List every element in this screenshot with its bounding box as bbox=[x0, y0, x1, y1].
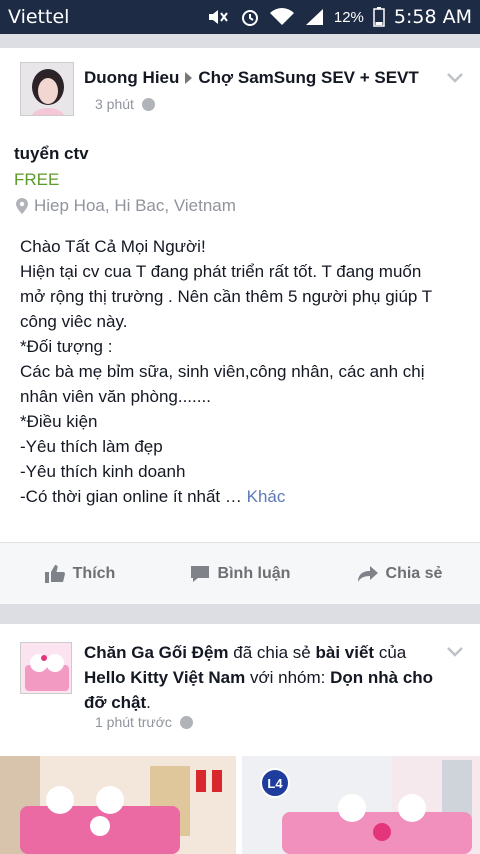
share-arrow-icon bbox=[357, 565, 378, 582]
body-line-last: -Có thời gian online ít nhất … Khác bbox=[20, 484, 468, 509]
sale-title: tuyển ctv bbox=[14, 144, 89, 163]
action-bar: Thích Bình luận Chia sẻ bbox=[0, 542, 480, 604]
body-line: -Yêu thích làm đẹp bbox=[20, 437, 163, 456]
carrier-name: Viettel bbox=[8, 6, 70, 28]
body-line: -Có thời gian online ít nhất … bbox=[20, 487, 242, 506]
battery-icon bbox=[372, 7, 386, 27]
with-group-text: với nhóm: bbox=[249, 668, 326, 687]
post-word-link[interactable]: bài viết bbox=[316, 643, 375, 662]
body-line: công viêc này. bbox=[20, 312, 128, 331]
comment-icon bbox=[190, 565, 209, 582]
signal-icon bbox=[302, 7, 326, 27]
author-avatar[interactable] bbox=[20, 62, 74, 116]
sale-location: Hiep Hoa, Hi Bac, Vietnam bbox=[16, 196, 236, 216]
body-line: mở rộng thị trường . Nên cần thêm 5 ngườ… bbox=[20, 287, 433, 306]
globe-icon bbox=[141, 97, 155, 111]
mute-icon bbox=[206, 7, 230, 27]
body-line: nhân viên văn phòng....... bbox=[20, 387, 211, 406]
thumbs-up-icon bbox=[44, 564, 65, 583]
post-time[interactable]: 3 phút bbox=[95, 96, 134, 112]
level-badge: L4 bbox=[260, 768, 290, 798]
body-line: *Điều kiện bbox=[20, 412, 98, 431]
post-card-sale: Duong Hieu Chợ SamSung SEV + SEVT 3 phút… bbox=[0, 48, 480, 604]
body-line: Các bà mẹ bỉm sữa, sinh viên,công nhân, … bbox=[20, 362, 425, 381]
chevron-down-icon[interactable] bbox=[446, 72, 464, 84]
like-label: Thích bbox=[72, 564, 116, 582]
author-name[interactable]: Duong Hieu bbox=[84, 68, 179, 88]
bedding-photo-2[interactable]: L4 bbox=[242, 756, 480, 854]
comment-label: Bình luận bbox=[217, 564, 291, 582]
post-body: Chào Tất Cả Mọi Người! Hiện tại cv cua T… bbox=[20, 234, 468, 509]
body-line: Chào Tất Cả Mọi Người! bbox=[20, 237, 206, 256]
comment-button[interactable]: Bình luận bbox=[160, 565, 320, 583]
chevron-down-icon[interactable] bbox=[446, 646, 464, 658]
bedding-photo-1[interactable] bbox=[0, 756, 236, 854]
source-page-name[interactable]: Hello Kitty Việt Nam bbox=[84, 668, 245, 687]
body-line: *Đối tượng : bbox=[20, 337, 113, 356]
of-text: của bbox=[378, 643, 407, 662]
like-button[interactable]: Thích bbox=[0, 564, 160, 583]
share-button[interactable]: Chia sẻ bbox=[320, 565, 480, 583]
globe-icon bbox=[179, 715, 193, 729]
body-line: Hiện tại cv cua T đang phát triển rất tố… bbox=[20, 262, 422, 281]
share-label: Chia sẻ bbox=[385, 564, 443, 582]
see-more-link[interactable]: Khác bbox=[247, 487, 286, 506]
sale-price: FREE bbox=[14, 170, 60, 189]
location-text: Hiep Hoa, Hi Bac, Vietnam bbox=[34, 196, 236, 215]
location-pin-icon bbox=[16, 198, 28, 214]
status-icons: 12% 5:58 AM bbox=[206, 6, 472, 28]
share-headline: Chăn Ga Gối Đệm đã chia sẻ bài viết của … bbox=[84, 643, 434, 712]
post-header: Duong Hieu Chợ SamSung SEV + SEVT bbox=[84, 68, 419, 88]
page-avatar[interactable] bbox=[20, 642, 72, 694]
alarm-icon bbox=[238, 7, 262, 27]
wifi-icon bbox=[269, 7, 294, 27]
battery-percent: 12% bbox=[333, 8, 364, 26]
group-name[interactable]: Chợ SamSung SEV + SEVT bbox=[198, 68, 418, 88]
post-meta: 3 phút bbox=[95, 96, 155, 112]
share-meta: 1 phút trước bbox=[95, 714, 193, 730]
share-time[interactable]: 1 phút trước bbox=[95, 714, 172, 730]
arrow-right-icon bbox=[185, 72, 193, 84]
body-line: -Yêu thích kinh doanh bbox=[20, 462, 186, 481]
page-name[interactable]: Chăn Ga Gối Đệm bbox=[84, 643, 229, 662]
clock-time: 5:58 AM bbox=[393, 6, 472, 28]
status-bar: Viettel 12% 5:58 AM bbox=[0, 0, 480, 34]
post-card-share: Chăn Ga Gối Đệm đã chia sẻ bài viết của … bbox=[0, 624, 480, 854]
shared-text: đã chia sẻ bbox=[233, 643, 311, 662]
